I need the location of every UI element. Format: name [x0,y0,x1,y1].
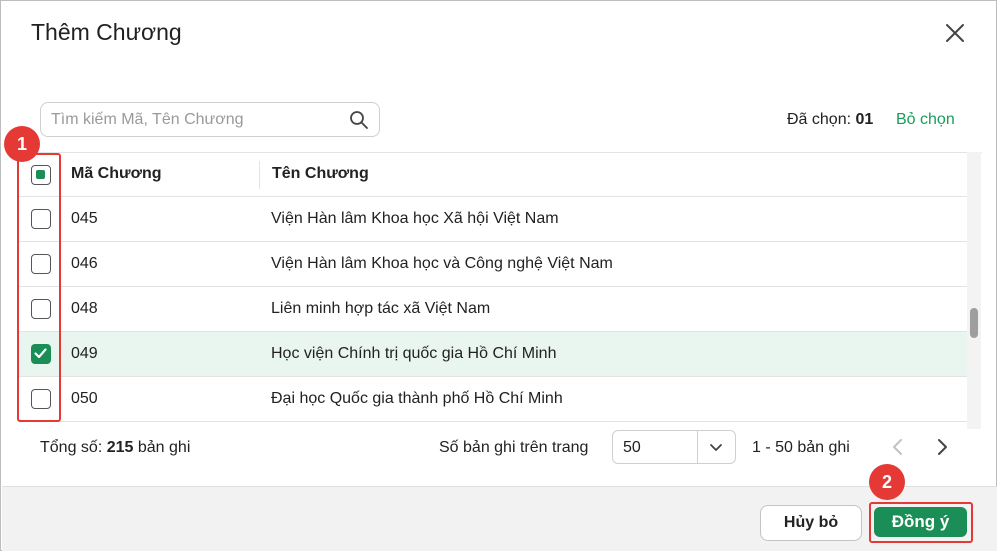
row-checkbox[interactable] [31,389,51,409]
clear-selection-link[interactable]: Bỏ chọn [896,111,955,129]
chapter-table: Mã Chương Tên Chương 045 Viện Hàn lâm Kh… [19,152,982,429]
total-count: 215 [106,439,134,456]
column-divider [259,161,260,189]
table-scrollbar[interactable] [967,152,981,429]
total-prefix: Tổng số: [40,439,103,456]
confirm-button[interactable]: Đồng ý [874,507,967,537]
row-name: Học viện Chính trị quốc gia Hồ Chí Minh [271,345,557,362]
row-code: 046 [71,255,98,272]
column-header-name: Tên Chương [272,165,369,182]
chevron-down-icon[interactable] [707,438,725,456]
step-badge-1: 1 [4,126,40,162]
page-range: 1 - 50 bản ghi [752,439,850,456]
highlight-box-ok: Đồng ý [869,502,973,543]
per-page-label: Số bản ghi trên trang [439,439,589,456]
row-name: Đại học Quốc gia thành phố Hồ Chí Minh [271,390,563,407]
scrollbar-thumb[interactable] [970,308,978,338]
row-code: 045 [71,210,98,227]
table-row[interactable]: 046 Viện Hàn lâm Khoa học và Công nghệ V… [19,242,967,287]
pagination-bar: Tổng số: 215 bản ghi Số bản ghi trên tra… [28,429,973,465]
row-checkbox[interactable] [31,209,51,229]
row-checkbox[interactable] [31,299,51,319]
add-chapter-dialog: Thêm Chương Đã chọn: 01 Bỏ chọn Mã Chươn… [0,0,997,551]
selected-count: Đã chọn: 01 [787,111,873,129]
chevron-left-icon[interactable] [887,436,909,458]
row-name: Viện Hàn lâm Khoa học và Công nghệ Việt … [271,255,613,272]
close-button[interactable] [941,19,969,47]
step-badge-2: 2 [869,464,905,500]
search-field[interactable] [40,102,380,137]
table-header: Mã Chương Tên Chương [19,153,967,197]
row-code: 049 [71,345,98,362]
cancel-button[interactable]: Hủy bỏ [760,505,862,541]
table-row-selected[interactable]: 049 Học viện Chính trị quốc gia Hồ Chí M… [19,332,967,377]
select-divider [697,431,698,463]
dialog-title: Thêm Chương [31,19,182,45]
row-name: Liên minh hợp tác xã Việt Nam [271,300,491,317]
selected-count-label: Đã chọn: [787,111,852,128]
select-all-checkbox[interactable] [31,165,51,185]
row-checkbox[interactable] [31,254,51,274]
table-row[interactable]: 048 Liên minh hợp tác xã Việt Nam [19,287,967,332]
dialog-footer: Hủy bỏ Đồng ý [2,486,997,551]
total-records: Tổng số: 215 bản ghi [40,439,190,457]
row-checkbox-checked[interactable] [31,344,51,364]
row-name: Viện Hàn lâm Khoa học Xã hội Việt Nam [271,210,559,227]
search-input[interactable] [51,103,341,136]
search-icon[interactable] [349,110,369,130]
close-icon [946,24,964,42]
row-code: 050 [71,390,98,407]
check-icon [34,348,47,359]
table-row[interactable]: 050 Đại học Quốc gia thành phố Hồ Chí Mi… [19,377,967,422]
column-header-code: Mã Chương [71,165,162,182]
chevron-right-icon[interactable] [931,436,953,458]
row-code: 048 [71,300,98,317]
total-suffix: bản ghi [137,439,191,456]
selected-count-value: 01 [855,111,874,128]
table-row[interactable]: 045 Viện Hàn lâm Khoa học Xã hội Việt Na… [19,197,967,242]
per-page-value: 50 [623,439,641,456]
per-page-select[interactable]: 50 [612,430,736,464]
